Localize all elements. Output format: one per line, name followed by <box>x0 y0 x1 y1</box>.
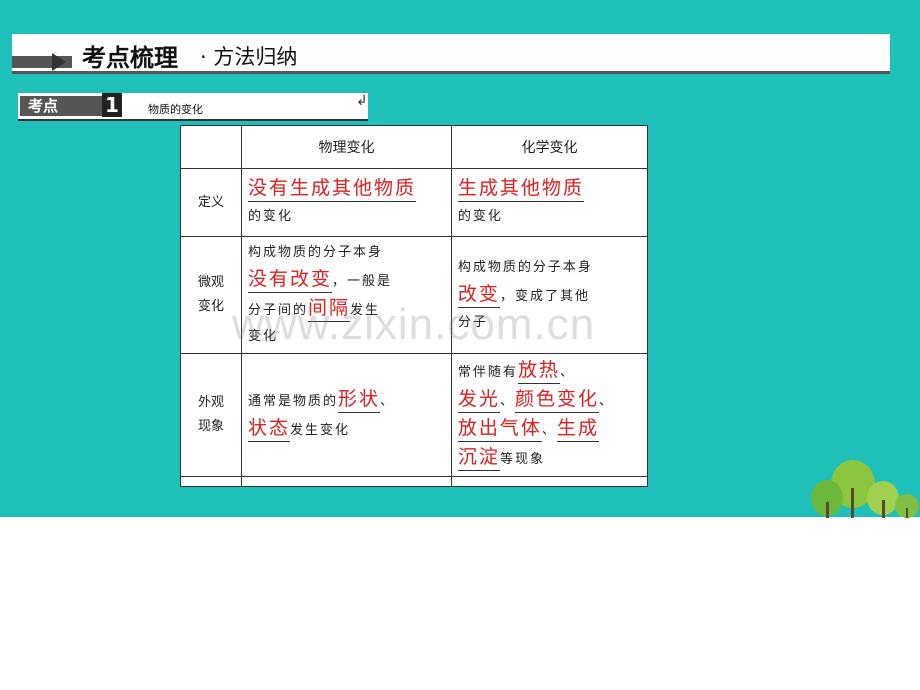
answer-blank: 没有生成其他物质 <box>248 175 417 202</box>
answer-blank: 发光 <box>457 386 500 413</box>
banner-title: 考点梳理 <box>82 43 178 72</box>
answer-blank: 生成其他物质 <box>457 175 584 202</box>
row-label-line: 外观 <box>197 395 224 410</box>
answer-blank: 沉淀 <box>457 444 500 471</box>
column-header-chemical: 化学变化 <box>450 125 649 169</box>
banner-arrow-icon <box>52 53 66 71</box>
answer-blank: 生成 <box>556 415 599 442</box>
watermark: www.zixin.com.cn <box>232 300 596 349</box>
section-banner: 考点梳理 · 方法归纳 <box>12 34 890 74</box>
table-row-appearance: 外观 现象 通常是物质的形状、 状态发生变化 常伴随有放热、 发光、颜色变化、 … <box>180 353 649 477</box>
cell-text: 、 <box>499 394 515 409</box>
answer-blank: 颜色变化 <box>514 386 599 413</box>
empty-cell <box>180 476 242 487</box>
tree-trunk <box>882 500 885 518</box>
cell-text: 的变化 <box>248 209 294 224</box>
empty-cell <box>241 476 452 487</box>
table-header-row: 物理变化 化学变化 <box>180 125 649 169</box>
cell-text: 、 <box>598 394 614 409</box>
answer-blank: 放出气体 <box>457 415 542 442</box>
answer-blank: 形状 <box>338 386 381 413</box>
cell-text: 等现象 <box>499 452 545 467</box>
cell-text: 构成物质的分子本身 <box>457 259 593 275</box>
row-label-line: 现象 <box>197 419 224 434</box>
cell-text: 的变化 <box>457 209 503 224</box>
cell-text: 通常是物质的 <box>248 394 339 409</box>
appearance-physical-cell: 通常是物质的形状、 状态发生变化 <box>241 353 452 477</box>
topic-number: 1 <box>102 93 122 117</box>
trees-illustration <box>811 460 919 518</box>
row-label-definition: 定义 <box>180 168 242 237</box>
row-label-appearance: 外观 现象 <box>180 353 242 477</box>
table-row-definition: 定义 没有生成其他物质 的变化 生成其他物质 的变化 <box>180 168 649 237</box>
definition-chemical-cell: 生成其他物质 的变化 <box>450 168 649 237</box>
row-label-line: 微观 <box>197 275 224 290</box>
cell-text: 常伴随有 <box>457 365 518 380</box>
banner-subtitle: · 方法归纳 <box>200 45 298 69</box>
tree-trunk <box>851 488 854 518</box>
cell-text: 、 <box>559 365 575 380</box>
definition-physical-cell: 没有生成其他物质 的变化 <box>241 168 452 237</box>
cell-text: ，一般是 <box>332 274 393 289</box>
topic-title: 物质的变化 <box>148 103 203 116</box>
row-label-line: 变化 <box>197 299 224 314</box>
topic-header: 考点 1 物质的变化 ↲ <box>18 93 368 121</box>
cell-text: 构成物质的分子本身 <box>248 245 384 260</box>
cell-text: 、 <box>380 394 396 409</box>
cell-text: 、 <box>541 423 557 438</box>
table-row-empty <box>180 476 649 487</box>
tree-trunk <box>826 502 829 518</box>
empty-cell <box>450 476 649 487</box>
return-arrow-icon[interactable]: ↲ <box>356 93 368 109</box>
corner-cell <box>180 125 242 169</box>
answer-blank: 放热 <box>517 357 560 384</box>
appearance-chemical-cell: 常伴随有放热、 发光、颜色变化、 放出气体、生成 沉淀等现象 <box>450 353 649 477</box>
tree-trunk <box>906 508 908 518</box>
column-header-physical: 物理变化 <box>241 125 452 169</box>
answer-blank: 状态 <box>248 415 291 442</box>
cell-text: 发生变化 <box>290 423 351 438</box>
answer-blank: 没有改变 <box>248 266 333 293</box>
